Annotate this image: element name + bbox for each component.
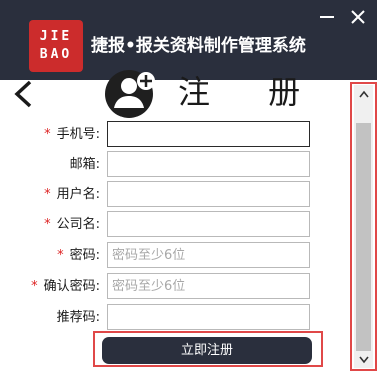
required-mark: *: [57, 248, 64, 263]
referral-code-input[interactable]: [107, 304, 310, 330]
confirm-password-input[interactable]: [107, 273, 310, 299]
user-add-icon: [105, 70, 155, 118]
chevron-left-icon: [14, 80, 32, 108]
password-input[interactable]: [107, 242, 310, 268]
confirm-password-label-text: 确认密码:: [43, 279, 100, 294]
form-row-username: * 用户名:: [0, 181, 350, 209]
company-label: * 公司名:: [44, 215, 100, 235]
phone-label-text: 手机号:: [56, 127, 100, 142]
form-row-phone: * 手机号:: [0, 121, 350, 149]
register-window: JIE BAO 捷报•报关资料制作管理系统 注 册 * 手机号: 邮箱: * 用…: [0, 0, 377, 373]
email-label: 邮箱:: [69, 157, 100, 172]
page-title: 注 册: [178, 73, 325, 111]
email-input[interactable]: [107, 151, 310, 177]
form-row-confirm-password: * 确认密码:: [0, 273, 350, 301]
confirm-password-label: * 确认密码:: [31, 277, 100, 297]
app-logo: JIE BAO: [29, 20, 83, 72]
minimize-button[interactable]: [316, 6, 338, 28]
close-button[interactable]: [347, 6, 369, 28]
username-input[interactable]: [107, 181, 310, 207]
required-mark: *: [44, 217, 51, 232]
password-label: * 密码:: [57, 246, 100, 266]
scroll-up-button[interactable]: [354, 85, 373, 102]
company-input[interactable]: [107, 211, 310, 237]
phone-label: * 手机号:: [44, 125, 100, 145]
back-button[interactable]: [8, 76, 38, 112]
vertical-scrollbar[interactable]: [354, 85, 373, 368]
form-row-company: * 公司名:: [0, 211, 350, 239]
phone-input[interactable]: [107, 121, 310, 147]
register-button[interactable]: 立即注册: [102, 337, 312, 364]
form-row-password: * 密码:: [0, 242, 350, 270]
logo-text-top: JIE: [39, 29, 73, 44]
username-label-text: 用户名:: [56, 187, 100, 202]
required-mark: *: [31, 279, 38, 294]
form-row-referral: 推荐码:: [0, 304, 350, 332]
app-title: 捷报•报关资料制作管理系统: [91, 36, 306, 56]
close-icon: [351, 10, 365, 24]
referral-label: 推荐码:: [56, 310, 100, 325]
username-label: * 用户名:: [44, 185, 100, 205]
required-mark: *: [44, 187, 51, 202]
title-bar: JIE BAO 捷报•报关资料制作管理系统: [0, 0, 377, 80]
required-mark: *: [44, 127, 51, 142]
company-label-text: 公司名:: [56, 217, 100, 232]
minimize-icon: [320, 16, 334, 18]
register-header: 注 册: [0, 70, 350, 118]
arrow-down-icon: [358, 356, 369, 363]
arrow-up-icon: [358, 90, 369, 97]
scroll-down-button[interactable]: [354, 351, 373, 368]
form-row-email: 邮箱:: [0, 151, 350, 179]
scrollbar-thumb[interactable]: [356, 123, 371, 351]
password-label-text: 密码:: [69, 248, 100, 263]
logo-text-bottom: BAO: [39, 47, 73, 62]
